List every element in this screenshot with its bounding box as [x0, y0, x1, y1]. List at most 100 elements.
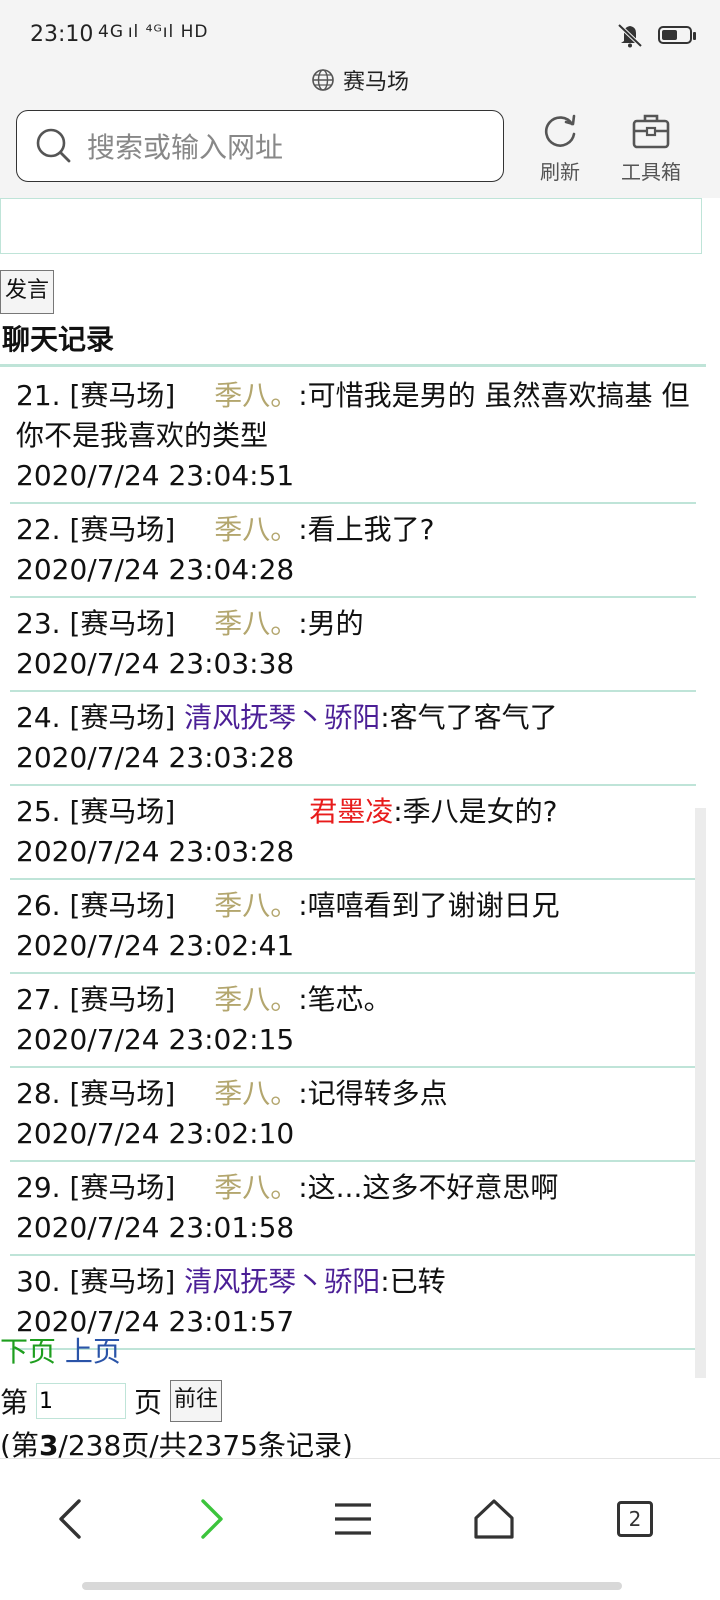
message-nickname[interactable]: 季八。 — [214, 983, 298, 1016]
message-room[interactable]: [赛马场] — [69, 1077, 175, 1110]
speak-button[interactable]: 发言 — [0, 270, 55, 314]
tabs-button[interactable]: 2 — [605, 1489, 665, 1549]
battery-icon — [658, 26, 696, 44]
page-number-input[interactable] — [36, 1383, 127, 1419]
message-nickname[interactable]: 季八。 — [214, 607, 298, 640]
signal-indicators: 4G ıl ⁴ᴳıl HD — [98, 22, 209, 42]
message-room[interactable]: [赛马场] — [69, 1265, 175, 1298]
message-text: :笔芯。 — [298, 983, 392, 1016]
pager-links: 下页 上页 — [0, 1332, 706, 1372]
message-text: :季八是女的? — [393, 795, 558, 828]
page-title: 赛马场 — [342, 70, 409, 95]
home-button[interactable] — [464, 1489, 524, 1549]
message-text: :记得转多点 — [298, 1077, 448, 1110]
scrollbar[interactable] — [695, 808, 706, 1378]
search-icon — [36, 128, 71, 163]
message-text: :嘻嘻看到了谢谢日兄 — [298, 889, 560, 922]
chat-message: 25. [赛马场] 君墨凌:季八是女的? 2020/7/24 23:03:28 — [10, 786, 696, 880]
message-text: :客气了客气了 — [380, 701, 558, 734]
message-timestamp: 2020/7/24 23:02:15 — [16, 1023, 295, 1056]
prev-page-link[interactable]: 上页 — [65, 1335, 121, 1368]
message-nickname[interactable]: 君墨凌 — [309, 795, 393, 828]
globe-icon — [312, 69, 334, 91]
message-nickname[interactable]: 季八。 — [214, 1171, 298, 1204]
message-timestamp: 2020/7/24 23:03:38 — [16, 647, 295, 680]
bottom-navigation: 2 — [0, 1458, 720, 1571]
toolbox-label: 工具箱 — [621, 160, 681, 184]
title-divider — [0, 364, 706, 367]
home-icon — [474, 1499, 514, 1539]
message-room[interactable]: [赛马场] — [69, 379, 175, 412]
toolbox-icon — [632, 114, 670, 149]
status-bar: 23:10 4G ıl ⁴ᴳıl HD — [0, 0, 720, 68]
next-page-link[interactable]: 下页 — [0, 1335, 56, 1368]
refresh-button[interactable]: 刷新 — [515, 110, 605, 190]
mute-bell-icon — [617, 23, 643, 48]
chat-message-line: 24. [赛马场] 清风抚琴丶骄阳:客气了客气了 — [16, 698, 690, 738]
message-room[interactable]: [赛马场] — [69, 513, 175, 546]
message-textarea[interactable] — [0, 198, 702, 254]
chat-message-line: 29. [赛马场] 季八。:这...这多不好意思啊 — [16, 1168, 690, 1208]
status-time: 23:10 — [30, 22, 94, 47]
message-index: 29. — [16, 1171, 61, 1204]
toolbox-button[interactable]: 工具箱 — [606, 110, 696, 190]
search-placeholder: 搜索或输入网址 — [87, 131, 284, 164]
tabs-count-icon: 2 — [617, 1501, 653, 1537]
page-title-row: 赛马场 — [0, 60, 720, 100]
chat-list: 21. [赛马场] 季八。:可惜我是男的 虽然喜欢搞基 但你不是我喜欢的类型 20… — [10, 370, 696, 1350]
message-nickname[interactable]: 季八。 — [214, 889, 298, 922]
message-room[interactable]: [赛马场] — [69, 795, 175, 828]
message-index: 21. — [16, 379, 61, 412]
message-index: 24. — [16, 701, 61, 734]
section-title: 聊天记录 — [2, 323, 115, 356]
message-nickname[interactable]: 清风抚琴丶骄阳 — [184, 701, 380, 734]
tab-count: 2 — [628, 1507, 642, 1531]
message-index: 30. — [16, 1265, 61, 1298]
forward-button[interactable] — [182, 1489, 242, 1549]
message-text: :男的 — [298, 607, 364, 640]
message-timestamp: 2020/7/24 23:03:28 — [16, 741, 295, 774]
menu-button[interactable] — [323, 1489, 383, 1549]
message-timestamp: 2020/7/24 23:04:28 — [16, 553, 295, 586]
battery-fill — [662, 30, 677, 40]
message-index: 25. — [16, 795, 61, 828]
message-index: 23. — [16, 607, 61, 640]
pager: 下页 上页 第 页 前往 (第3/238页/共2375条记录) — [0, 1332, 706, 1466]
status-right — [616, 22, 696, 48]
refresh-icon — [544, 114, 576, 147]
message-text: :看上我了? — [298, 513, 435, 546]
chat-message: 26. [赛马场] 季八。:嘻嘻看到了谢谢日兄 2020/7/24 23:02:4… — [10, 880, 696, 974]
message-nickname[interactable]: 清风抚琴丶骄阳 — [184, 1265, 380, 1298]
chat-message-line: 22. [赛马场] 季八。:看上我了? — [16, 510, 690, 550]
chat-message-line: 27. [赛马场] 季八。:笔芯。 — [16, 980, 690, 1020]
message-room[interactable]: [赛马场] — [69, 889, 175, 922]
forward-arrow-icon — [201, 1499, 223, 1539]
chat-message-line: 28. [赛马场] 季八。:记得转多点 — [16, 1074, 690, 1114]
message-room[interactable]: [赛马场] — [69, 983, 175, 1016]
message-timestamp: 2020/7/24 23:02:10 — [16, 1117, 295, 1150]
chat-message: 28. [赛马场] 季八。:记得转多点 2020/7/24 23:02:10 — [10, 1068, 696, 1162]
search-input[interactable]: 搜索或输入网址 — [16, 110, 504, 182]
message-timestamp: 2020/7/24 23:01:58 — [16, 1211, 295, 1244]
message-timestamp: 2020/7/24 23:03:28 — [16, 835, 295, 868]
message-nickname[interactable]: 季八。 — [214, 379, 298, 412]
message-nickname[interactable]: 季八。 — [214, 513, 298, 546]
message-timestamp: 2020/7/24 23:02:41 — [16, 929, 295, 962]
chat-message-line: 26. [赛马场] 季八。:嘻嘻看到了谢谢日兄 — [16, 886, 690, 926]
message-room[interactable]: [赛马场] — [69, 701, 175, 734]
goto-row: 第 页 前往 — [0, 1380, 706, 1422]
chat-message-line: 21. [赛马场] 季八。:可惜我是男的 虽然喜欢搞基 但你不是我喜欢的类型 — [16, 376, 690, 456]
back-button[interactable] — [40, 1489, 100, 1549]
message-timestamp: 2020/7/24 23:04:51 — [16, 459, 295, 492]
message-room[interactable]: [赛马场] — [69, 1171, 175, 1204]
message-nickname[interactable]: 季八。 — [214, 1077, 298, 1110]
chat-message: 29. [赛马场] 季八。:这...这多不好意思啊 2020/7/24 23:01… — [10, 1162, 696, 1256]
chat-message: 23. [赛马场] 季八。:男的 2020/7/24 23:03:38 — [10, 598, 696, 692]
chat-message: 21. [赛马场] 季八。:可惜我是男的 虽然喜欢搞基 但你不是我喜欢的类型 20… — [10, 370, 696, 504]
goto-button[interactable]: 前往 — [170, 1380, 223, 1422]
message-room[interactable]: [赛马场] — [69, 607, 175, 640]
chat-message-line: 23. [赛马场] 季八。:男的 — [16, 604, 690, 644]
page-prefix: 第 — [0, 1386, 29, 1419]
chat-message-line: 30. [赛马场] 清风抚琴丶骄阳:已转 — [16, 1262, 690, 1302]
home-indicator — [82, 1582, 622, 1590]
